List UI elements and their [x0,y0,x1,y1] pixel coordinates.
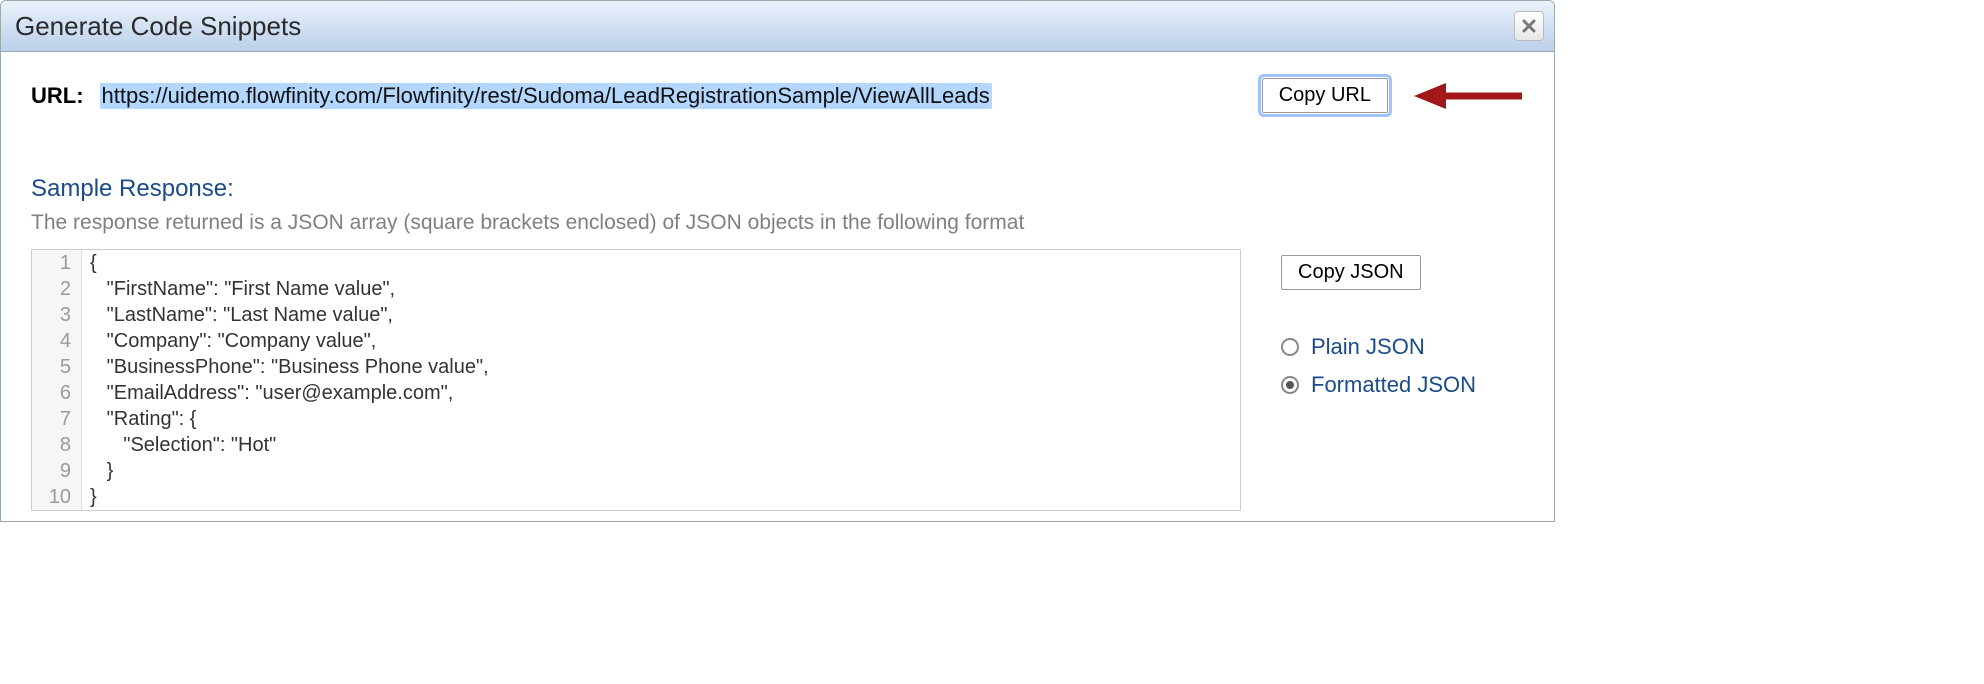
code-line: 5 "BusinessPhone": "Business Phone value… [32,354,1240,380]
copy-url-button[interactable]: Copy URL [1262,78,1388,113]
code-line: 8 "Selection": "Hot" [32,432,1240,458]
code-line: 4 "Company": "Company value", [32,328,1240,354]
dialog-body: URL: https://uidemo.flowfinity.com/Flowf… [1,52,1554,521]
code-line: 9 } [32,458,1240,484]
close-icon [1521,18,1537,34]
radio-label: Formatted JSON [1311,372,1476,398]
close-button[interactable] [1514,11,1544,41]
main-row: 1{ 2 "FirstName": "First Name value", 3 … [31,249,1524,511]
radio-formatted-json[interactable]: Formatted JSON [1281,372,1476,398]
sample-response-title: Sample Response: [31,175,1524,203]
code-line: 6 "EmailAddress": "user@example.com", [32,380,1240,406]
radio-icon [1281,338,1299,356]
dialog-titlebar: Generate Code Snippets [1,1,1554,52]
url-row: URL: https://uidemo.flowfinity.com/Flowf… [31,78,1524,113]
json-code-box[interactable]: 1{ 2 "FirstName": "First Name value", 3 … [31,249,1241,511]
url-label: URL: [31,83,84,109]
code-line: 3 "LastName": "Last Name value", [32,302,1240,328]
radio-plain-json[interactable]: Plain JSON [1281,334,1476,360]
code-line: 1{ [32,250,1240,276]
side-column: Copy JSON Plain JSON Formatted JSON [1281,249,1476,410]
code-line: 10} [32,484,1240,510]
url-value[interactable]: https://uidemo.flowfinity.com/Flowfinity… [100,83,992,109]
radio-label: Plain JSON [1311,334,1425,360]
callout-arrow-icon [1414,81,1524,111]
sample-response-description: The response returned is a JSON array (s… [31,211,1524,235]
dialog-title: Generate Code Snippets [15,11,301,42]
generate-code-snippets-dialog: Generate Code Snippets URL: https://uide… [0,0,1555,522]
code-line: 7 "Rating": { [32,406,1240,432]
radio-icon [1281,376,1299,394]
code-line: 2 "FirstName": "First Name value", [32,276,1240,302]
copy-json-button[interactable]: Copy JSON [1281,255,1421,290]
